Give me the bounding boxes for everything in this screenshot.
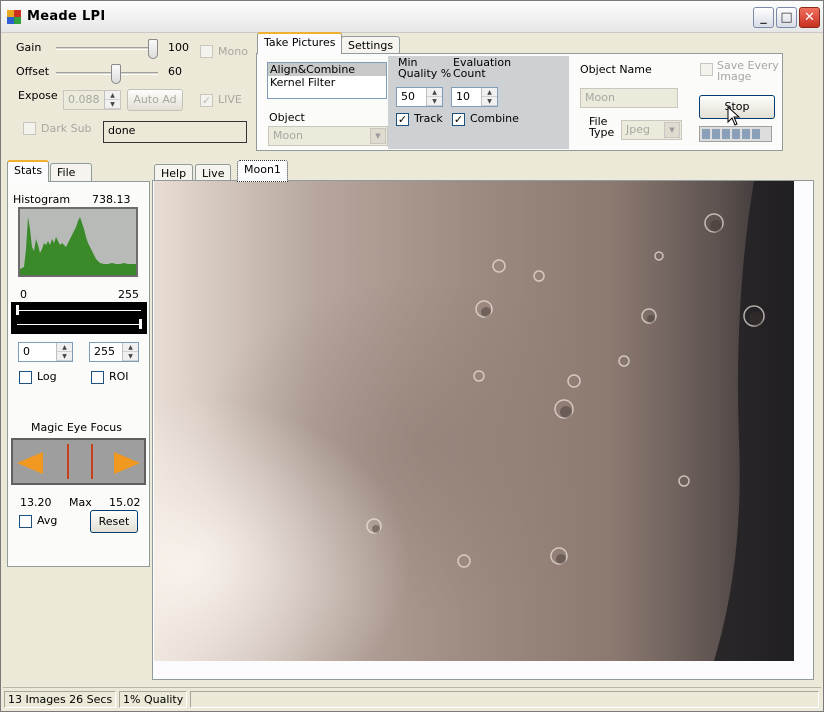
- dark-sub-checkbox[interactable]: [23, 122, 36, 135]
- chevron-down-icon: ▼: [664, 122, 680, 138]
- mono-label: Mono: [218, 45, 248, 58]
- histogram-value: 738.13: [92, 193, 131, 206]
- histogram-label: Histogram: [13, 193, 71, 206]
- range-min-label: 0: [20, 288, 27, 301]
- object-name-field[interactable]: Moon: [580, 88, 678, 108]
- minimize-icon: _: [760, 10, 767, 25]
- status-field: done: [103, 121, 247, 143]
- offset-label: Offset: [16, 65, 50, 78]
- take-pictures-panel: Align&Combine Kernel Filter Object Moon …: [256, 53, 783, 151]
- expose-label: Expose: [18, 89, 58, 102]
- window-title: Meade LPI: [27, 9, 106, 24]
- min-quality-spinner[interactable]: ▲ ▼: [426, 88, 442, 106]
- min-level-value: 0: [23, 345, 30, 358]
- live-label: LIVE: [218, 93, 242, 106]
- images-status: 13 Images 26 Secs: [4, 691, 116, 708]
- mono-checkbox[interactable]: [200, 45, 213, 58]
- list-item[interactable]: Kernel Filter: [268, 76, 386, 89]
- histogram-graph: [20, 217, 136, 275]
- min-level-handle[interactable]: [16, 305, 19, 315]
- app-icon: [7, 10, 21, 24]
- object-name-value: Moon: [585, 91, 615, 104]
- offset-slider-thumb[interactable]: [111, 64, 121, 84]
- log-label: Log: [37, 370, 57, 383]
- file-type-label-2: Type: [589, 126, 615, 139]
- save-every-image-checkbox[interactable]: [700, 63, 713, 76]
- min-quality-label-2: Quality %: [398, 67, 452, 80]
- live-checkbox[interactable]: ✓: [200, 94, 213, 107]
- tab-file[interactable]: File: [50, 163, 92, 183]
- focus-max-label: Max: [69, 496, 92, 509]
- range-max-label: 255: [118, 288, 139, 301]
- file-type-select[interactable]: Jpeg ▼: [621, 120, 682, 140]
- status-empty-cell: [190, 691, 819, 708]
- app-window: Meade LPI _ □ ✕ Gain 100 Mono Offset 60 …: [0, 0, 824, 712]
- object-value: Moon: [273, 129, 303, 142]
- min-quality-value: 50: [401, 90, 415, 103]
- histogram-curve: [20, 217, 136, 275]
- moon-surface: [154, 181, 794, 661]
- offset-value: 60: [168, 65, 182, 78]
- close-icon: ✕: [804, 10, 815, 25]
- object-name-label: Object Name: [580, 63, 652, 76]
- minimize-button[interactable]: _: [753, 7, 774, 28]
- gain-slider-track[interactable]: [56, 47, 158, 50]
- roi-checkbox[interactable]: [91, 371, 104, 384]
- expose-value: 0.088: [68, 93, 100, 106]
- offset-slider-track[interactable]: [56, 72, 158, 75]
- expose-spinner[interactable]: ▲ ▼: [104, 91, 120, 109]
- magic-eye-focus: [11, 438, 146, 485]
- file-type-value: Jpeg: [626, 123, 650, 136]
- eval-count-spinner[interactable]: ▲ ▼: [481, 88, 497, 106]
- tab-moon1[interactable]: Moon1: [237, 160, 288, 182]
- avg-checkbox[interactable]: [19, 515, 32, 528]
- max-level-spinner[interactable]: ▲ ▼: [122, 343, 138, 361]
- focus-max-value: 15.02: [109, 496, 141, 509]
- moon-image[interactable]: [154, 181, 794, 661]
- quality-status: 1% Quality: [119, 691, 187, 708]
- status-text: done: [108, 124, 136, 137]
- gain-label: Gain: [16, 41, 42, 54]
- maximize-button[interactable]: □: [776, 7, 797, 28]
- mode-list[interactable]: Align&Combine Kernel Filter: [267, 62, 387, 99]
- status-bar: 13 Images 26 Secs 1% Quality: [3, 687, 821, 709]
- object-label: Object: [269, 111, 305, 124]
- min-level-spinner[interactable]: ▲ ▼: [56, 343, 72, 361]
- roi-label: ROI: [109, 370, 129, 383]
- maximize-icon: □: [780, 10, 793, 25]
- eval-count-value: 10: [456, 90, 470, 103]
- arrow-right-icon: [114, 452, 140, 474]
- tab-take-pictures[interactable]: Take Pictures: [257, 32, 343, 54]
- chevron-down-icon: ▼: [370, 128, 386, 144]
- max-level-value: 255: [94, 345, 115, 358]
- list-item[interactable]: Align&Combine: [268, 63, 386, 76]
- tab-stats[interactable]: Stats: [7, 160, 50, 182]
- track-label: Track: [414, 112, 443, 125]
- combine-label: Combine: [470, 112, 519, 125]
- focus-value: 13.20: [20, 496, 52, 509]
- eval-count-label-2: Count: [453, 67, 486, 80]
- object-select[interactable]: Moon ▼: [268, 126, 388, 146]
- track-checkbox[interactable]: ✓: [396, 113, 409, 126]
- progress-bar: [699, 126, 772, 142]
- histogram-chart: [18, 207, 138, 277]
- gain-value: 100: [168, 41, 189, 54]
- gain-slider-thumb[interactable]: [148, 39, 158, 59]
- avg-label: Avg: [37, 514, 58, 527]
- combine-checkbox[interactable]: ✓: [452, 113, 465, 126]
- arrow-left-icon: [17, 452, 43, 474]
- auto-adjust-button[interactable]: Auto Ad: [127, 89, 183, 111]
- reset-button[interactable]: Reset: [90, 510, 138, 533]
- dark-sub-label: Dark Sub: [41, 122, 92, 135]
- save-every-label-2: Image: [717, 70, 752, 83]
- magic-eye-label: Magic Eye Focus: [31, 421, 122, 434]
- log-checkbox[interactable]: [19, 371, 32, 384]
- max-level-handle[interactable]: [139, 319, 142, 329]
- title-bar[interactable]: Meade LPI _ □ ✕: [1, 1, 823, 33]
- level-range-slider[interactable]: [11, 302, 147, 334]
- close-button[interactable]: ✕: [799, 7, 820, 28]
- mouse-cursor-icon: [727, 106, 741, 126]
